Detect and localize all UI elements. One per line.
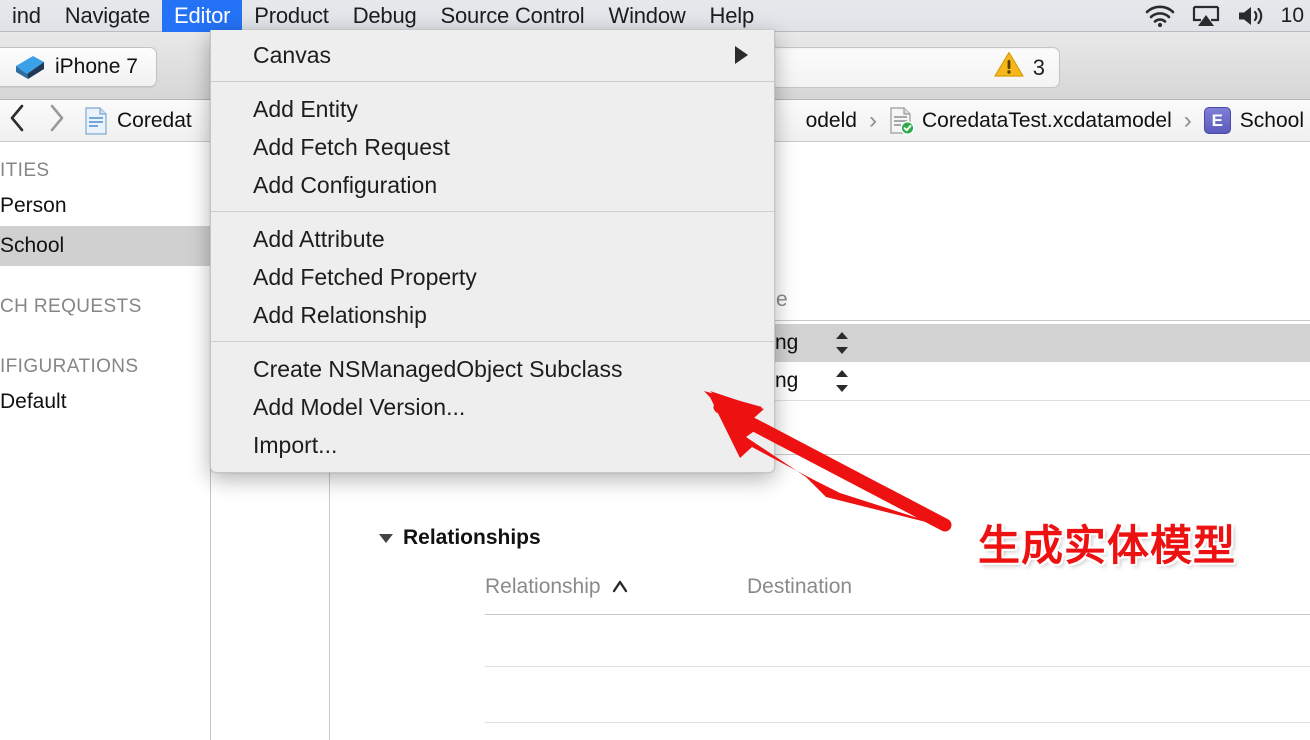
breadcrumb-item-coredata[interactable]: Coredat: [82, 106, 194, 135]
menu-item-canvas[interactable]: Canvas: [211, 36, 774, 74]
sort-ascending-icon[interactable]: [611, 575, 629, 599]
breadcrumb-label-coredata: Coredat: [117, 108, 192, 132]
breadcrumb-label-school: School: [1239, 108, 1304, 132]
menubar-item-help[interactable]: Help: [698, 0, 766, 32]
iphone-device-icon: [15, 54, 45, 80]
attribute-type-value: ng: [775, 331, 799, 354]
navigation-arrows: [0, 103, 82, 139]
scheme-device-label: iPhone 7: [55, 55, 138, 78]
menubar-item-window[interactable]: Window: [597, 0, 698, 32]
nav-group-configurations-title: IFIGURATIONS: [0, 356, 139, 377]
menu-item-add-model-version[interactable]: Add Model Version...: [211, 388, 774, 426]
nav-group-fetch-requests-title: CH REQUESTS: [0, 296, 142, 317]
screen: ind Navigate Editor Product Debug Source…: [0, 0, 1310, 740]
breadcrumb-item-xcdatamodel[interactable]: CoredataTest.xcdatamodel: [887, 106, 1174, 135]
menu-item-label: Canvas: [253, 41, 331, 68]
menubar-item-find[interactable]: ind: [0, 0, 53, 32]
menubar-item-product[interactable]: Product: [242, 0, 340, 32]
menubar-item-source-control[interactable]: Source Control: [429, 0, 597, 32]
menu-item-label: Add Fetched Property: [253, 263, 477, 290]
disclosure-triangle-icon[interactable]: [379, 533, 393, 543]
menu-item-add-configuration[interactable]: Add Configuration: [211, 166, 774, 204]
menu-item-label: Create NSManagedObject Subclass: [253, 355, 623, 382]
breadcrumb-label-modeld: odeld: [805, 108, 857, 132]
menubar-item-debug[interactable]: Debug: [341, 0, 429, 32]
sidebar-item-label-school: School: [0, 234, 65, 257]
menu-item-add-attribute[interactable]: Add Attribute: [211, 220, 774, 258]
menu-item-add-fetched-property[interactable]: Add Fetched Property: [211, 258, 774, 296]
breadcrumb-item-entity-school[interactable]: E School: [1202, 107, 1310, 134]
menu-item-label: Import...: [253, 431, 338, 458]
menu-item-label: Add Attribute: [253, 225, 385, 252]
sidebar-item-default[interactable]: Default: [0, 382, 210, 422]
wifi-icon[interactable]: [1145, 5, 1175, 27]
attribute-type-value: ng: [775, 369, 799, 392]
annotation-text: 生成实体模型: [977, 520, 1237, 571]
menu-item-label: Add Relationship: [253, 301, 427, 328]
volume-icon[interactable]: [1237, 5, 1265, 27]
nav-group-entities-title: ITIES: [0, 160, 50, 181]
breadcrumb-separator-1: ›: [868, 106, 877, 134]
menu-item-import[interactable]: Import...: [211, 426, 774, 464]
relationships-column-header-destination[interactable]: Destination: [747, 575, 852, 599]
menu-separator: [211, 341, 774, 342]
menu-separator: [211, 81, 774, 82]
airplay-icon[interactable]: [1191, 5, 1221, 27]
menu-item-add-entity[interactable]: Add Entity: [211, 90, 774, 128]
macos-menubar: ind Navigate Editor Product Debug Source…: [0, 0, 1310, 32]
relationships-row-rule: [485, 666, 1310, 667]
menubar-clock[interactable]: 10: [1281, 4, 1304, 28]
menubar-status-area: 10: [1145, 4, 1310, 28]
attribute-type-stepper[interactable]: [834, 330, 850, 356]
menu-item-create-nsmanagedobject-subclass[interactable]: Create NSManagedObject Subclass: [211, 350, 774, 388]
menu-item-label: Add Entity: [253, 95, 358, 122]
breadcrumb-label-xcdatamodel: CoredataTest.xcdatamodel: [921, 108, 1172, 132]
xcdatamodel-checked-icon: [889, 106, 915, 135]
menu-item-add-relationship[interactable]: Add Relationship: [211, 296, 774, 334]
relationships-header-rule: [485, 614, 1310, 615]
xcdatamodeld-file-icon: [84, 106, 108, 135]
sidebar-item-label-default: Default: [0, 390, 67, 413]
editor-dropdown-menu: Canvas Add Entity Add Fetch Request Add …: [210, 30, 775, 473]
attribute-type-stepper[interactable]: [834, 368, 850, 394]
submenu-arrow-icon: [735, 46, 748, 64]
relationships-section-label: Relationships: [403, 526, 541, 549]
entity-badge-icon: E: [1203, 107, 1231, 134]
menu-item-add-fetch-request[interactable]: Add Fetch Request: [211, 128, 774, 166]
sidebar-item-label-person: Person: [0, 194, 67, 217]
menu-item-label: Add Fetch Request: [253, 133, 450, 160]
back-arrow-icon[interactable]: [8, 103, 26, 139]
relationships-row-rule: [485, 722, 1310, 723]
menu-item-label: Add Model Version...: [253, 393, 466, 420]
forward-arrow-icon[interactable]: [48, 103, 66, 139]
relationships-section-header[interactable]: Relationships: [379, 526, 541, 550]
breadcrumb-separator-2: ›: [1183, 106, 1192, 134]
warning-triangle-icon[interactable]: [994, 51, 1024, 84]
warning-count: 3: [1032, 54, 1045, 80]
scheme-destination-chip[interactable]: iPhone 7: [0, 47, 157, 87]
relationships-column-header-relationship[interactable]: Relationship: [485, 575, 629, 599]
sidebar-item-school[interactable]: School: [0, 226, 210, 266]
relationships-col-label: Relationship: [485, 575, 601, 598]
menu-separator: [211, 211, 774, 212]
breadcrumb-item-modeld[interactable]: odeld: [804, 109, 859, 133]
menubar-item-navigate[interactable]: Navigate: [53, 0, 162, 32]
attributes-column-header-type[interactable]: e: [776, 288, 788, 312]
sidebar-item-person[interactable]: Person: [0, 186, 210, 226]
model-navigator: ITIES Person School CH REQUESTS IFIGURAT…: [0, 142, 211, 740]
menu-item-label: Add Configuration: [253, 171, 438, 198]
menubar-item-editor[interactable]: Editor: [162, 0, 243, 32]
